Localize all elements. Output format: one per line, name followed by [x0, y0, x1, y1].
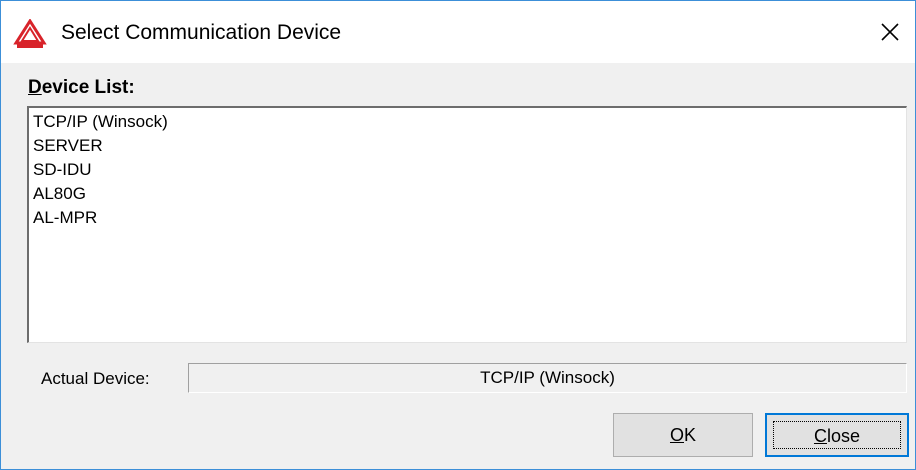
device-listbox[interactable]: TCP/IP (Winsock) SERVER SD-IDU AL80G AL-…: [27, 106, 907, 343]
list-item[interactable]: TCP/IP (Winsock): [33, 110, 168, 134]
title-bar[interactable]: Select Communication Device: [1, 1, 915, 63]
dialog-window: Select Communication Device Device List:…: [0, 0, 916, 470]
list-item[interactable]: AL80G: [33, 182, 86, 206]
device-list-label: Device List:: [28, 77, 135, 98]
actual-device-field: TCP/IP (Winsock): [188, 363, 907, 393]
dialog-body: Device List: TCP/IP (Winsock) SERVER SD-…: [1, 63, 915, 469]
focus-rectangle: [773, 421, 901, 449]
close-icon[interactable]: [873, 15, 907, 49]
window-title: Select Communication Device: [61, 21, 342, 44]
ok-button[interactable]: OK: [613, 413, 753, 457]
alcohol-tester-logo-icon: [13, 18, 47, 49]
actual-device-label: Actual Device:: [41, 369, 150, 388]
list-item[interactable]: SERVER: [33, 134, 103, 158]
list-item[interactable]: SD-IDU: [33, 158, 92, 182]
list-item[interactable]: AL-MPR: [33, 206, 97, 230]
close-button[interactable]: Close: [765, 413, 909, 457]
